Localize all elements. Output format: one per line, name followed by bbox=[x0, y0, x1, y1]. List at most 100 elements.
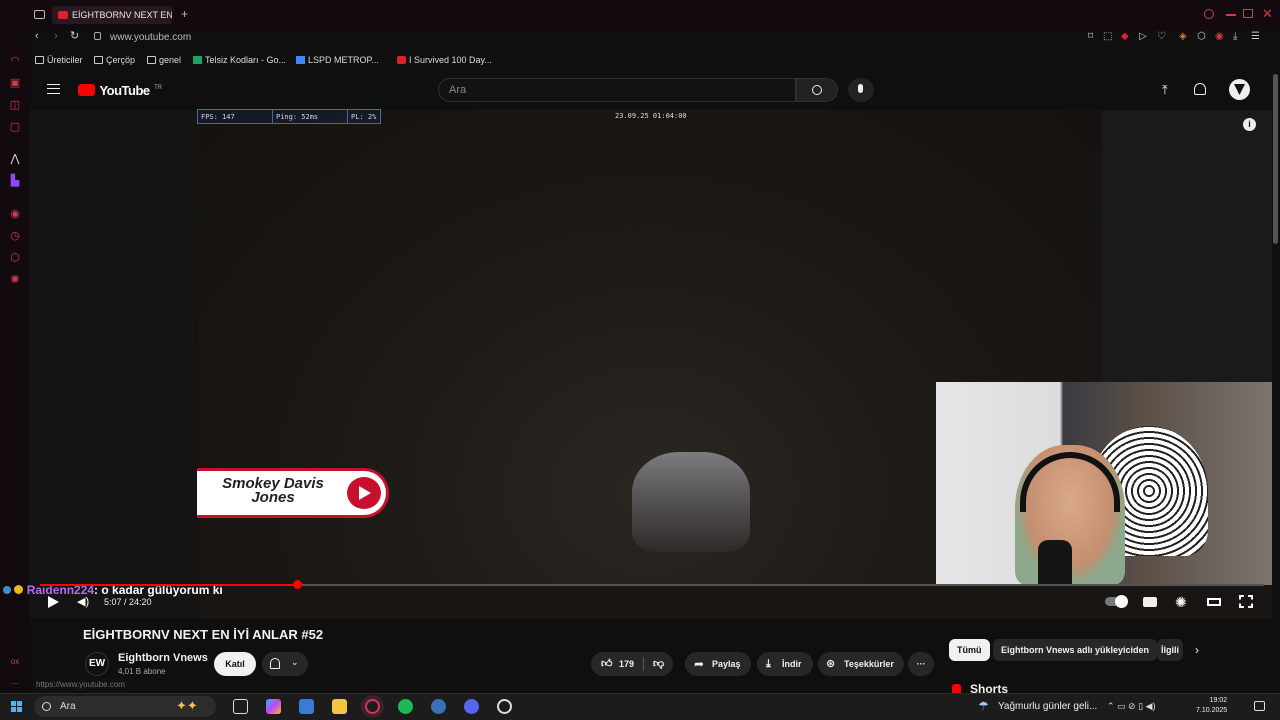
back-arrow-icon[interactable]: ‹ bbox=[35, 30, 39, 42]
profile-icon[interactable]: ◉ bbox=[1215, 31, 1233, 42]
windows-start-icon[interactable] bbox=[11, 701, 22, 712]
more-actions-button[interactable]: ··· bbox=[908, 652, 934, 676]
sidebar-menu-icon[interactable]: ··· bbox=[9, 678, 21, 690]
easy-setup-icon[interactable]: ☰ bbox=[1251, 31, 1261, 42]
play-icon[interactable]: ▷ bbox=[1139, 31, 1157, 42]
history-icon[interactable]: ◷ bbox=[9, 230, 21, 242]
download-button[interactable]: ⤓ İndir bbox=[757, 652, 813, 676]
scrollbar-thumb[interactable] bbox=[1273, 74, 1278, 244]
download-icon[interactable]: ⤓ bbox=[1233, 31, 1251, 42]
task-view-icon[interactable] bbox=[233, 699, 248, 714]
maximize-button[interactable] bbox=[1243, 9, 1253, 18]
tab-title: EİGHTBORNV NEXT EN İY bbox=[72, 10, 172, 20]
channel-name[interactable]: Eightborn Vnews bbox=[118, 652, 208, 664]
like-button[interactable]: 👍︎ 179 👎︎ bbox=[591, 652, 673, 676]
clock-time: 19:02 bbox=[1209, 697, 1228, 704]
bookmark-item[interactable]: Telsiz Kodları - Go... bbox=[193, 55, 286, 65]
pocket-icon[interactable]: ◆ bbox=[1121, 31, 1139, 42]
youtube-logo-text: YouTube bbox=[99, 83, 150, 98]
tab-manager-icon[interactable] bbox=[34, 10, 45, 19]
youtube-icon bbox=[397, 56, 406, 64]
url-field[interactable]: www.youtube.com bbox=[110, 32, 191, 43]
close-window-button[interactable]: ✕ bbox=[1262, 6, 1273, 22]
bookmark-page-icon[interactable]: ⌑ bbox=[1088, 31, 1103, 42]
chip-all[interactable]: Tümü bbox=[949, 639, 990, 661]
sidebar-more-icon[interactable]: ox bbox=[9, 656, 21, 668]
search-input[interactable]: Ara bbox=[438, 78, 796, 102]
new-tab-button[interactable]: + bbox=[181, 7, 188, 21]
extension-fox-icon[interactable]: ◈ bbox=[1179, 31, 1197, 42]
minimize-button[interactable] bbox=[1226, 14, 1236, 16]
crypto-wallet-icon[interactable]: ▣ bbox=[9, 77, 21, 89]
active-tab[interactable]: EİGHTBORNV NEXT EN İY bbox=[52, 6, 172, 24]
play-button[interactable] bbox=[48, 596, 59, 608]
twitch-icon[interactable]: ▙ bbox=[9, 175, 21, 187]
youtube-logo[interactable]: YouTube TR bbox=[78, 82, 162, 100]
subscription-bell-button[interactable]: ⌄ bbox=[262, 652, 308, 676]
address-bar-tools: ⌑ ⬚ ◆ ▷ ♡ ◈ ⬡ ◉ ⤓ ☰ bbox=[1088, 31, 1278, 43]
reload-icon[interactable]: ↻ bbox=[70, 29, 79, 42]
snapshot-icon[interactable]: ⬚ bbox=[1103, 31, 1121, 42]
system-tray-icons[interactable]: ⌃ ▭ ⊘ ▯ ◀) bbox=[1107, 701, 1155, 712]
instagram-icon[interactable]: ▢ bbox=[9, 121, 21, 133]
bookmark-item[interactable]: genel bbox=[147, 55, 181, 65]
bookmark-item[interactable]: I Survived 100 Day... bbox=[397, 55, 492, 65]
share-button[interactable]: ➦ Paylaş bbox=[685, 652, 751, 676]
heart-icon[interactable]: ♡ bbox=[1157, 31, 1179, 42]
settings-gear-icon[interactable]: ✺ bbox=[1175, 594, 1187, 611]
voice-search-button[interactable] bbox=[848, 78, 874, 102]
store-icon[interactable] bbox=[299, 699, 314, 714]
notification-center-icon[interactable] bbox=[1254, 701, 1265, 711]
search-button[interactable] bbox=[796, 78, 838, 102]
clock-date: 7.10.2025 bbox=[1196, 707, 1228, 714]
video-pillarbox-left bbox=[30, 110, 198, 618]
youtube-region: TR bbox=[154, 85, 163, 91]
chat-badge-icon bbox=[3, 586, 11, 594]
opera-gx-icon[interactable] bbox=[365, 699, 380, 714]
copilot-icon[interactable] bbox=[266, 699, 281, 714]
theater-mode-icon[interactable] bbox=[1207, 598, 1221, 606]
spotify-icon[interactable] bbox=[398, 699, 413, 714]
taskbar-clock[interactable]: 19:02 7.10.2025 bbox=[1196, 696, 1227, 716]
hud-divider bbox=[347, 110, 348, 123]
video-timestamp: 23.09.25 01:04:00 bbox=[615, 112, 687, 120]
thanks-icon: ⊛ bbox=[826, 658, 836, 670]
upload-icon[interactable]: ⤒ bbox=[1162, 82, 1168, 98]
steam-like-icon[interactable] bbox=[431, 699, 446, 714]
chevron-right-icon[interactable]: › bbox=[1195, 643, 1199, 657]
bookmark-item[interactable]: Üreticiler bbox=[35, 55, 83, 65]
weather-widget[interactable]: Yağmurlu günler geli... bbox=[998, 701, 1097, 712]
bookmark-item[interactable]: Çerçöp bbox=[94, 55, 135, 65]
channel-avatar[interactable]: EW bbox=[85, 652, 109, 676]
obs-icon[interactable] bbox=[497, 699, 512, 714]
progress-scrubber[interactable] bbox=[293, 580, 303, 589]
settings-gear-icon[interactable]: ✺ bbox=[9, 274, 21, 286]
aria-ai-icon[interactable]: ⋀ bbox=[9, 153, 21, 165]
discord-icon[interactable] bbox=[464, 699, 479, 714]
hamburger-menu-icon[interactable] bbox=[47, 84, 60, 94]
chevron-down-icon: ⌄ bbox=[291, 657, 299, 667]
extensions-icon[interactable]: ⬡ bbox=[9, 252, 21, 264]
forward-arrow-icon[interactable]: › bbox=[54, 30, 58, 42]
file-explorer-icon[interactable] bbox=[332, 699, 347, 714]
video-info-icon[interactable]: i bbox=[1243, 118, 1256, 131]
account-avatar[interactable] bbox=[1229, 79, 1250, 100]
volume-icon[interactable]: ◀) bbox=[77, 595, 89, 608]
notifications-bell-icon[interactable] bbox=[1194, 83, 1206, 95]
autoplay-toggle[interactable] bbox=[1105, 595, 1128, 608]
extensions-puzzle-icon[interactable]: ⬡ bbox=[1197, 31, 1215, 42]
search-tabs-icon[interactable] bbox=[1204, 9, 1214, 19]
bookmark-item[interactable]: LSPD METROP... bbox=[296, 55, 379, 65]
search-icon bbox=[42, 702, 51, 711]
screen: { "browser": { "tab_title": "EİGHTBORNV … bbox=[0, 0, 1280, 720]
chip-from-uploader[interactable]: Eightborn Vnews adlı yükleyiciden bbox=[993, 639, 1158, 661]
search-icon bbox=[812, 85, 822, 95]
messenger-icon[interactable]: ◫ bbox=[9, 99, 21, 111]
player-controls bbox=[30, 590, 1272, 618]
join-button[interactable]: Katıl bbox=[214, 652, 256, 676]
player-icon[interactable]: ◉ bbox=[9, 208, 21, 220]
subtitles-icon[interactable] bbox=[1143, 597, 1157, 607]
aria-icon[interactable]: ◠ bbox=[9, 55, 21, 67]
chip-related[interactable]: İlgili bbox=[1157, 639, 1183, 661]
thanks-button[interactable]: ⊛ Teşekkürler bbox=[818, 652, 904, 676]
